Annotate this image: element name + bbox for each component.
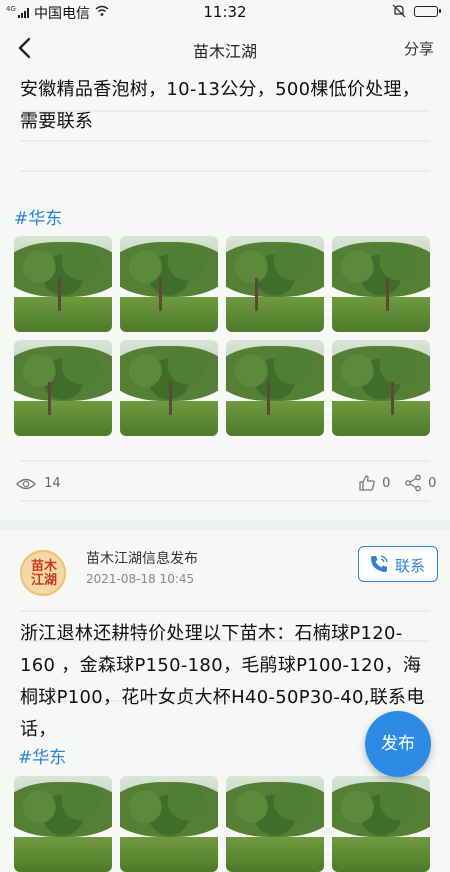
mute-bell-icon <box>392 4 406 18</box>
author-name[interactable]: 苗木江湖信息发布 <box>86 548 198 568</box>
post-divider <box>0 520 450 530</box>
post-date: 2021-08-18 10:45 <box>86 572 195 586</box>
post-photo[interactable] <box>226 776 324 872</box>
post-photo[interactable] <box>332 776 430 872</box>
post-photo[interactable] <box>14 236 112 332</box>
post-photo[interactable] <box>226 340 324 436</box>
topic-tag[interactable]: #华东 <box>18 743 66 768</box>
post-photo[interactable] <box>14 340 112 436</box>
post-photo[interactable] <box>120 776 218 872</box>
battery-icon <box>414 6 441 17</box>
view-count: 14 <box>16 476 61 491</box>
share-count-button[interactable]: 0 <box>404 474 436 492</box>
status-bar: 4G 中国电信 11:32 <box>0 0 450 24</box>
page-title: 苗木江湖 <box>192 42 257 61</box>
like-button[interactable]: 0 <box>358 474 390 492</box>
contact-label: 联系 <box>395 557 426 575</box>
post-photo[interactable] <box>120 236 218 332</box>
share-icon <box>405 474 421 492</box>
post-photo[interactable] <box>120 340 218 436</box>
nav-bar: 苗木江湖 分享 <box>0 24 450 72</box>
view-count-value: 14 <box>44 476 61 491</box>
eye-icon <box>16 478 36 489</box>
like-count: 0 <box>382 475 391 491</box>
avatar-text: 苗木江湖 <box>30 559 57 588</box>
post-photo[interactable] <box>14 776 112 872</box>
topic-tag[interactable]: #华东 <box>14 204 62 229</box>
share-button[interactable]: 分享 <box>404 38 434 59</box>
photo-grid <box>14 776 430 872</box>
thumb-up-icon <box>359 475 375 491</box>
clock: 11:32 <box>203 3 247 21</box>
contact-button[interactable]: 联系 <box>358 546 438 582</box>
post-photo[interactable] <box>226 236 324 332</box>
share-count: 0 <box>428 475 437 491</box>
post-photo[interactable] <box>332 236 430 332</box>
post-photo[interactable] <box>332 340 430 436</box>
post-text[interactable]: 安徽精品香泡树，10-13公分，500棵低价处理，需要联系 <box>20 74 430 138</box>
phone-icon <box>371 555 388 572</box>
publish-button[interactable]: 发布 <box>365 711 431 777</box>
avatar[interactable]: 苗木江湖 <box>20 550 66 596</box>
photo-grid <box>14 236 430 436</box>
